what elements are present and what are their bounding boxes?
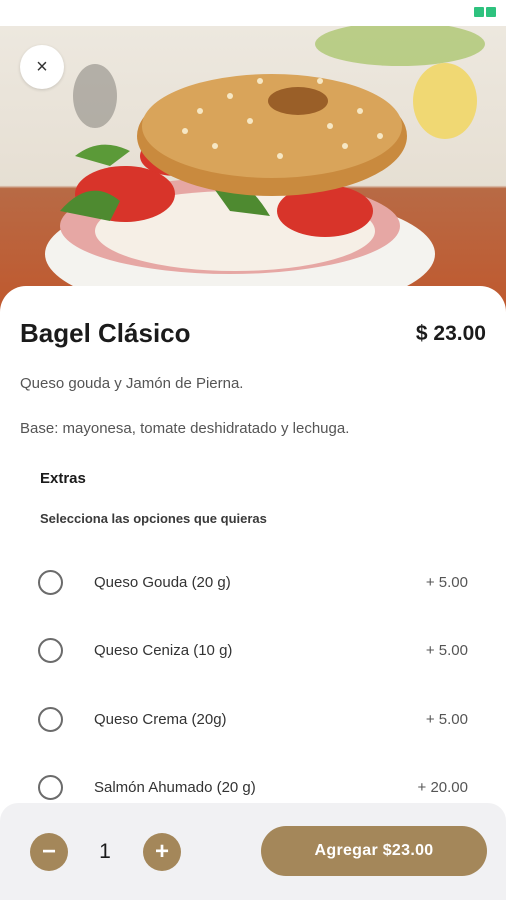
radio-button[interactable] [38,637,63,663]
close-button[interactable]: × [20,45,64,89]
radio-button[interactable] [38,706,63,732]
extra-option[interactable]: Queso Ceniza (10 g) + 5.00 [38,635,468,665]
option-label: Queso Gouda (20 g) [94,573,231,591]
extra-option[interactable]: Salmón Ahumado (20 g) + 20.00 [38,772,468,802]
extra-option[interactable]: Queso Crema (20g) + 5.00 [38,704,468,734]
close-icon: × [36,55,48,78]
quantity-value: 1 [99,840,111,863]
product-title: Bagel Clásico [20,318,191,348]
extras-subtitle: Selecciona las opciones que quieras [40,511,267,526]
radio-button[interactable] [38,569,63,595]
option-label: Queso Ceniza (10 g) [94,641,233,659]
product-image [0,26,506,316]
add-to-cart-button[interactable]: Agregar $23.00 [261,826,487,876]
plus-icon: + [154,838,169,865]
status-bar [0,0,506,26]
option-price: + 5.00 [425,641,468,659]
battery-icon [486,7,496,17]
extras-title: Extras [40,470,86,487]
title-row: Bagel Clásico $ 23.00 [20,318,486,349]
radio-button[interactable] [38,774,63,800]
option-price: + 5.00 [425,573,468,591]
option-price: + 5.00 [425,710,468,728]
product-description: Queso gouda y Jamón de Pierna. [20,375,244,392]
minus-icon: − [41,838,56,865]
option-price: + 20.00 [417,778,468,796]
option-label: Salmón Ahumado (20 g) [94,778,256,796]
bagel-illustration [45,26,485,316]
status-icon [474,7,484,17]
status-icons [474,7,496,17]
extra-option[interactable]: Queso Gouda (20 g) + 5.00 [38,567,468,597]
decrease-quantity-button[interactable]: − [30,833,68,871]
increase-quantity-button[interactable]: + [143,833,181,871]
option-label: Queso Crema (20g) [94,710,227,728]
product-price: $ 23.00 [415,321,486,345]
product-base: Base: mayonesa, tomate deshidratado y le… [20,420,350,437]
